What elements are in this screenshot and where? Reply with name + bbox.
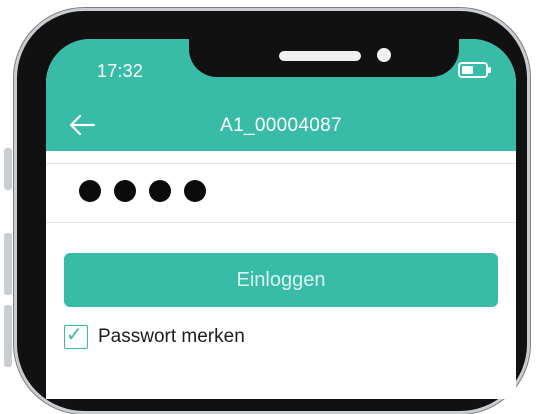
password-dot <box>149 180 171 202</box>
login-content: Einloggen ✓ Passwort merken <box>46 151 516 399</box>
speaker-grille <box>279 51 361 61</box>
login-button[interactable]: Einloggen <box>64 253 498 307</box>
status-bar: 17:32 <box>46 39 516 99</box>
volume-down-button <box>4 305 12 367</box>
front-camera <box>377 48 391 62</box>
phone-screen: 17:32 A1_00004087 Einloggen ✓ Passwort m… <box>46 39 516 399</box>
password-dot <box>79 180 101 202</box>
page-title: A1_00004087 <box>220 115 342 136</box>
password-mask <box>79 180 206 202</box>
remember-password-checkbox[interactable]: ✓ <box>64 324 88 349</box>
checkmark-icon: ✓ <box>66 324 83 346</box>
remember-password-label: Passwort merken <box>98 326 245 347</box>
divider <box>46 222 516 223</box>
remember-password-row[interactable]: ✓ Passwort merken <box>64 324 245 349</box>
password-dot <box>184 180 206 202</box>
password-dot <box>114 180 136 202</box>
battery-icon <box>458 62 491 78</box>
nav-bar: A1_00004087 <box>46 99 516 151</box>
notch <box>189 39 459 77</box>
mute-switch <box>4 148 12 190</box>
password-field[interactable] <box>46 164 516 222</box>
volume-up-button <box>4 233 12 295</box>
status-time: 17:32 <box>97 61 144 81</box>
